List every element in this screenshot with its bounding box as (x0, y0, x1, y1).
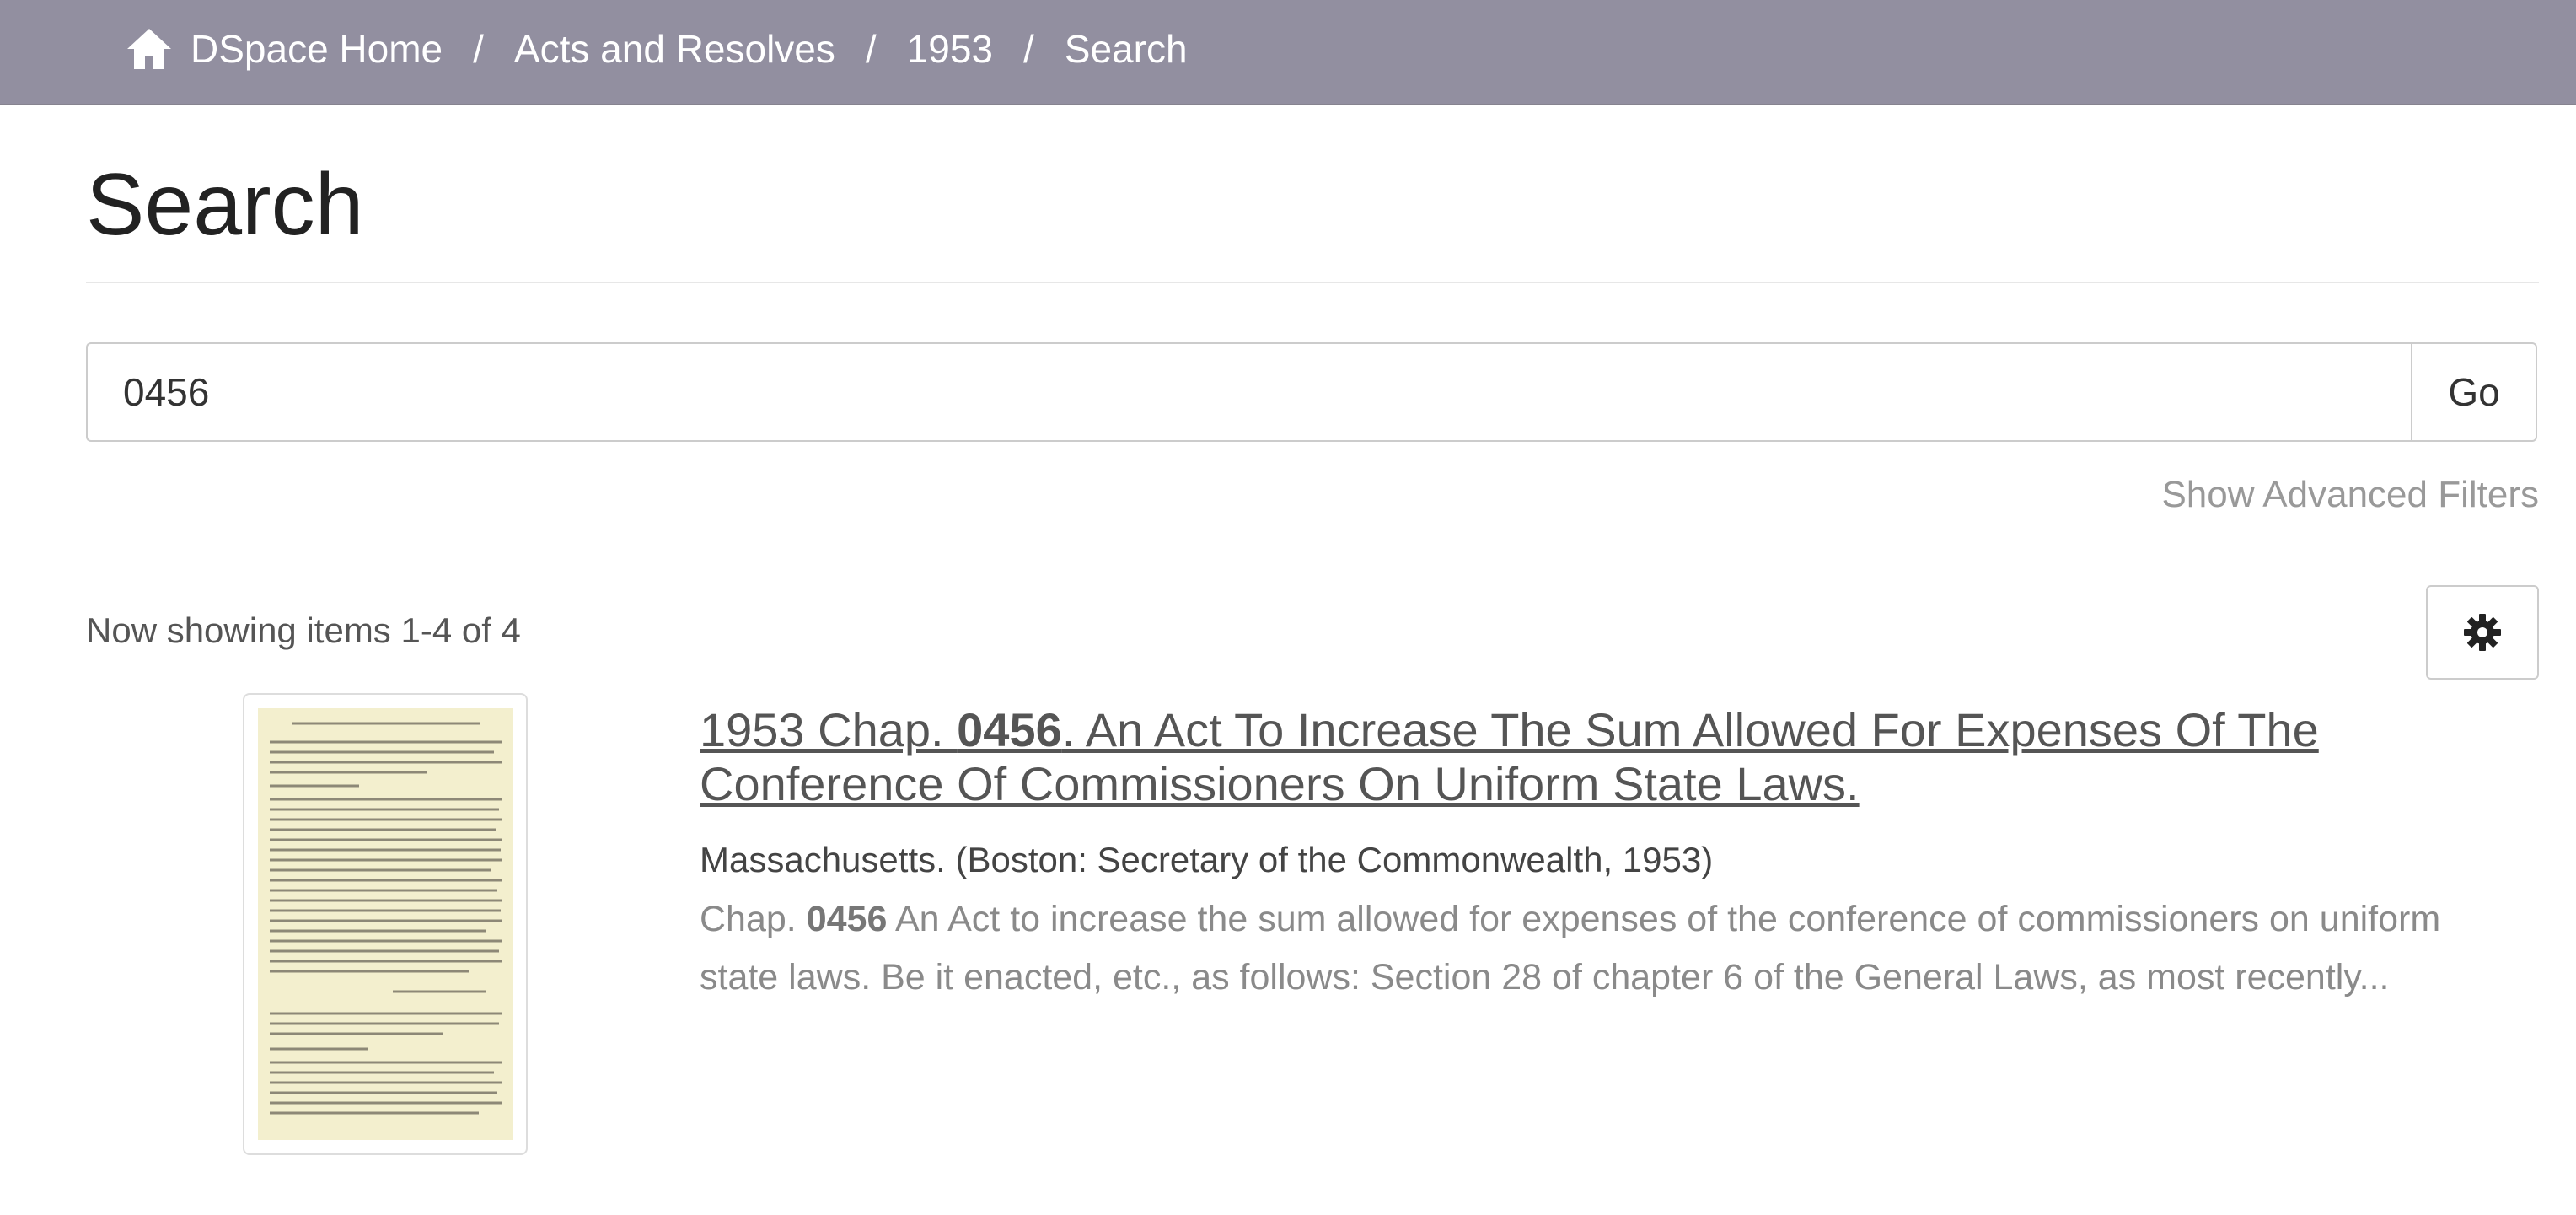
thumbnail-page (258, 708, 513, 1140)
result-title-link[interactable]: 1953 Chap. 0456. An Act To Increase The … (700, 703, 2520, 811)
breadcrumb-collection-link[interactable]: Acts and Resolves (514, 26, 835, 72)
result-publisher: Massachusetts. (Boston: Secretary of the… (700, 840, 1714, 879)
result-title-prefix: 1953 Chap. (700, 703, 958, 756)
result-title-highlight: 0456 (957, 703, 1062, 756)
search-input[interactable] (86, 342, 2411, 442)
search-bar: Go (86, 342, 2537, 442)
document-thumbnail[interactable] (243, 693, 528, 1155)
breadcrumb: DSpace Home / Acts and Resolves / 1953 /… (125, 0, 1188, 98)
home-icon[interactable] (125, 26, 174, 72)
breadcrumb-bar: DSpace Home / Acts and Resolves / 1953 /… (0, 0, 2576, 105)
results-summary: Now showing items 1-4 of 4 (86, 610, 521, 650)
gear-icon (2464, 614, 2501, 651)
result-abstract-suffix: An Act to increase the sum allowed for e… (700, 899, 2441, 997)
thumbnail-text-lines (270, 722, 502, 1115)
page-title: Search (86, 156, 364, 254)
results-settings-button[interactable] (2426, 585, 2539, 680)
result-abstract-prefix: Chap. (700, 899, 807, 939)
go-button[interactable]: Go (2411, 342, 2537, 442)
breadcrumb-current: Search (1064, 27, 1188, 71)
show-advanced-filters-link[interactable]: Show Advanced Filters (2161, 474, 2539, 516)
breadcrumb-year-link[interactable]: 1953 (907, 26, 993, 72)
result-abstract-highlight: 0456 (806, 899, 888, 939)
breadcrumb-separator: / (865, 27, 877, 71)
breadcrumb-separator: / (1023, 27, 1034, 71)
breadcrumb-separator: / (473, 27, 484, 71)
breadcrumb-home-link[interactable]: DSpace Home (191, 26, 443, 72)
title-divider (86, 282, 2539, 283)
result-abstract: Chap. 0456 An Act to increase the sum al… (700, 890, 2520, 1007)
